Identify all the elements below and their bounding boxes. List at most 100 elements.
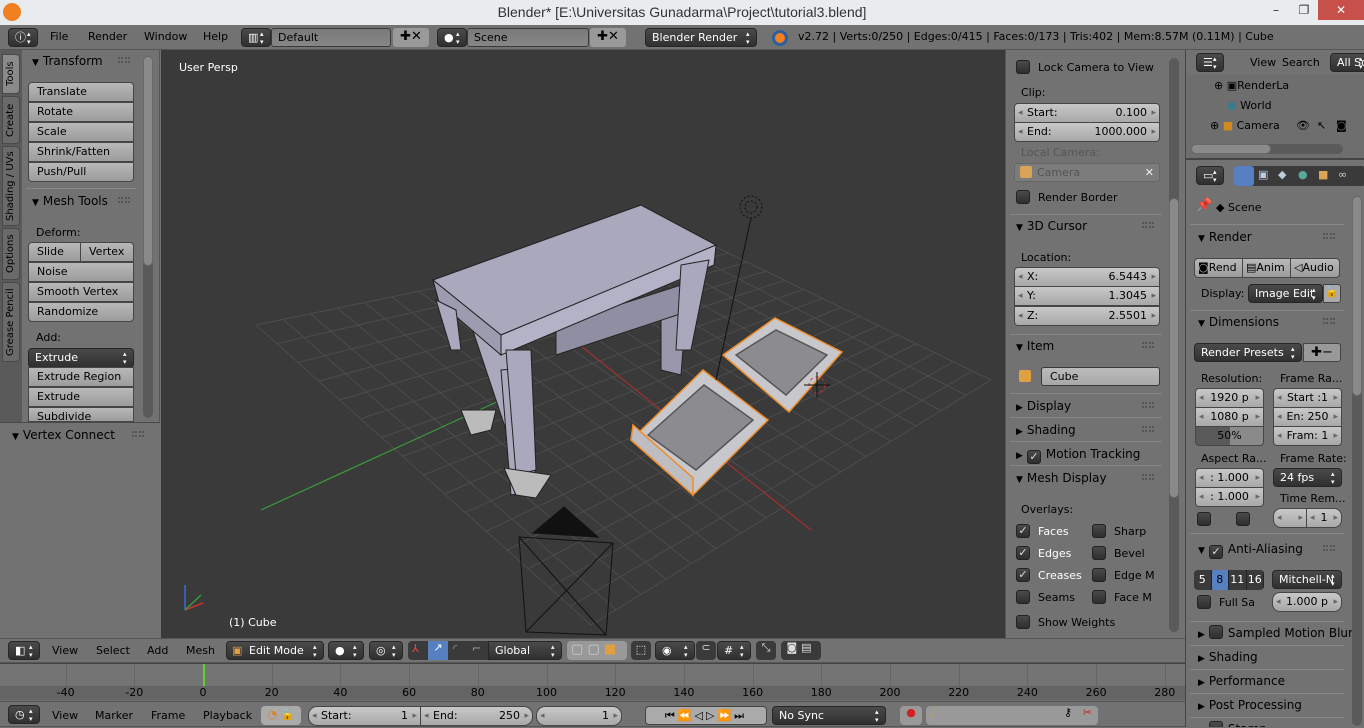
object-name-field[interactable]: Cube	[1041, 367, 1160, 386]
constraints-context-tab[interactable]: ∞	[1338, 168, 1347, 181]
aa-filter-dropdown[interactable]: Mitchell-N	[1272, 570, 1342, 589]
snap-element-dropdown[interactable]: #	[717, 641, 751, 660]
overlay-faces-checkbox[interactable]: ✓	[1016, 524, 1030, 538]
filter-size-field[interactable]: 1.000 p	[1272, 592, 1342, 612]
proportional-editing-dropdown[interactable]: ◉	[655, 641, 695, 660]
drag-grip-icon[interactable]	[1142, 426, 1154, 432]
vertex-slide-button[interactable]: Vertex	[80, 242, 134, 262]
pin-icon[interactable]: 📌	[1196, 198, 1212, 213]
frame-step-field[interactable]: Fram: 1	[1273, 426, 1342, 446]
expand-plus-icon[interactable]: ⊕	[1210, 119, 1219, 132]
overlay-icon[interactable]: ⤡	[756, 641, 776, 660]
menu-window[interactable]: Window	[144, 25, 187, 49]
transform-orientation-dropdown[interactable]: Global	[488, 641, 562, 660]
limit-selection-visible-icon[interactable]: ⬚	[631, 641, 651, 660]
slide-edge-button[interactable]: Slide Ed	[28, 242, 81, 276]
start-frame-field[interactable]: Start: 1	[308, 706, 421, 726]
timeline-track-area[interactable]	[0, 664, 1185, 686]
border-checkbox[interactable]	[1197, 512, 1211, 526]
timeline-scrollbar[interactable]	[1172, 666, 1182, 700]
extrude-individual-button[interactable]: Extrude Individual	[28, 387, 134, 421]
drag-grip-icon[interactable]	[1142, 342, 1154, 348]
overlay-edges-checkbox[interactable]: ✓	[1016, 546, 1030, 560]
subdivide-button[interactable]: Subdivide	[28, 407, 134, 422]
full-sample-checkbox[interactable]	[1197, 595, 1211, 609]
rotate-button[interactable]: Rotate	[28, 102, 134, 122]
render-audio-button[interactable]: ◁Audio	[1290, 258, 1340, 278]
panel-mesh-tools-header[interactable]: ▼ Mesh Tools	[32, 191, 138, 211]
select-mode-buttons[interactable]: ▢ ▢ ■	[567, 641, 627, 660]
cursor-y-field[interactable]: Y: 1.3045	[1014, 286, 1160, 306]
panel-item-header[interactable]: ▼ Item	[1016, 336, 1162, 356]
outliner-menu-view[interactable]: View	[1250, 51, 1276, 75]
scale-manipulator-icon[interactable]: ⌐	[472, 642, 481, 655]
aa-samples-5-button[interactable]: 5	[1194, 570, 1212, 590]
overlay-edge-m-checkbox[interactable]	[1092, 568, 1106, 582]
push-pull-button[interactable]: Push/Pull	[28, 162, 134, 182]
timeline[interactable]: -40 -20 0 20 40 60 80 100 120 140 160 180 200 220 240 2…	[0, 663, 1185, 701]
render-layers-context-tab[interactable]: ▣	[1258, 168, 1268, 181]
clear-icon[interactable]: ✕	[1145, 164, 1154, 181]
tab-tools[interactable]: Tools	[2, 54, 20, 94]
panel-shading-header[interactable]: ▶ Shading	[1016, 420, 1162, 440]
drag-grip-icon[interactable]	[118, 197, 130, 203]
current-frame-indicator[interactable]	[203, 664, 205, 686]
frame-end-field[interactable]: En: 250	[1273, 407, 1342, 427]
pivot-point-dropdown[interactable]: ◎	[369, 641, 403, 660]
preset-add-remove-buttons[interactable]: ✚−	[1303, 343, 1341, 362]
scene-context-tab[interactable]: ◆	[1278, 168, 1286, 181]
outliner-menu-search[interactable]: Search	[1282, 51, 1320, 75]
anti-aliasing-checkbox[interactable]: ✓	[1208, 545, 1223, 559]
outliner-h-scrollbar[interactable]	[1191, 144, 1343, 154]
smooth-vertex-button[interactable]: Smooth Vertex	[28, 282, 134, 302]
manipulator-toggle-icon[interactable]: ⅄	[412, 642, 419, 655]
clip-start-field[interactable]: Start: 0.100	[1014, 103, 1160, 123]
menu-select[interactable]: Select	[96, 639, 130, 663]
overlay-face-m-checkbox[interactable]	[1092, 590, 1106, 604]
aspect-x-field[interactable]: : 1.000	[1195, 468, 1264, 488]
show-weights-checkbox[interactable]	[1016, 615, 1030, 629]
editor-type-3d-view-button[interactable]: ◧	[8, 641, 40, 660]
next-keyframe-icon[interactable]: ⏩	[717, 709, 734, 722]
outliner-item-renderlayers[interactable]: ⊕ ▣RenderLa	[1214, 79, 1289, 93]
snap-toggle-icon[interactable]: ⊂	[696, 641, 716, 660]
cursor-z-field[interactable]: Z: 2.5501	[1014, 306, 1160, 326]
menu-playback[interactable]: Playback	[203, 704, 252, 728]
timeline-ruler[interactable]	[0, 686, 1185, 700]
jump-end-icon[interactable]: ⏭	[734, 709, 747, 722]
insert-keyframe-icon[interactable]: ⚷	[1064, 706, 1072, 719]
play-icon[interactable]: ▷	[706, 709, 717, 722]
editor-type-outliner-button[interactable]: ☰	[1196, 53, 1224, 72]
renderable-camera-icon[interactable]: ◙	[1336, 119, 1347, 132]
tab-shading-uvs[interactable]: Shading / UVs	[2, 146, 20, 226]
screen-layout-field[interactable]: Default	[271, 28, 391, 47]
visibility-eye-icon[interactable]: 👁	[1296, 119, 1310, 132]
aa-samples-8-button[interactable]: 8	[1211, 570, 1229, 590]
delete-keyframe-icon[interactable]: ✂	[1083, 706, 1092, 719]
render-animation-button[interactable]: ▤Anim	[1242, 258, 1291, 278]
tool-shelf-scrollbar[interactable]	[143, 56, 153, 418]
scene-field[interactable]: Scene	[467, 28, 589, 47]
drag-grip-icon[interactable]	[132, 431, 144, 437]
render-animation-icon[interactable]: ▤	[801, 641, 815, 654]
drag-grip-icon[interactable]	[118, 57, 130, 63]
editor-type-properties-button[interactable]: ▭	[1196, 166, 1224, 185]
keying-set-field[interactable]: ♪ ⚷ ✂	[926, 706, 1098, 725]
scene-icon-button[interactable]: ●	[437, 28, 467, 47]
tab-create[interactable]: Create	[2, 96, 20, 144]
prev-keyframe-icon[interactable]: ⏪	[678, 709, 695, 722]
current-frame-field[interactable]: 1	[536, 706, 622, 726]
overlay-sharp-checkbox[interactable]	[1092, 524, 1106, 538]
render-image-button[interactable]: ◙Rend	[1194, 258, 1243, 278]
noise-button[interactable]: Noise	[28, 262, 134, 282]
tab-options[interactable]: Options	[2, 228, 20, 280]
close-button[interactable]: ✕	[1318, 0, 1364, 20]
time-remap-new-field[interactable]: 1	[1306, 508, 1342, 528]
panel-enable-checkbox[interactable]	[1208, 625, 1223, 639]
frame-start-field[interactable]: Start :1	[1273, 388, 1342, 408]
extrude-dropdown[interactable]: Extrude	[28, 348, 134, 368]
lock-icon[interactable]: 🔒	[281, 708, 295, 721]
panel-performance-header[interactable]: ▶ Performance	[1198, 671, 1348, 691]
render-display-dropdown[interactable]: Image Edit	[1248, 284, 1323, 303]
drag-grip-icon[interactable]	[1142, 402, 1154, 408]
